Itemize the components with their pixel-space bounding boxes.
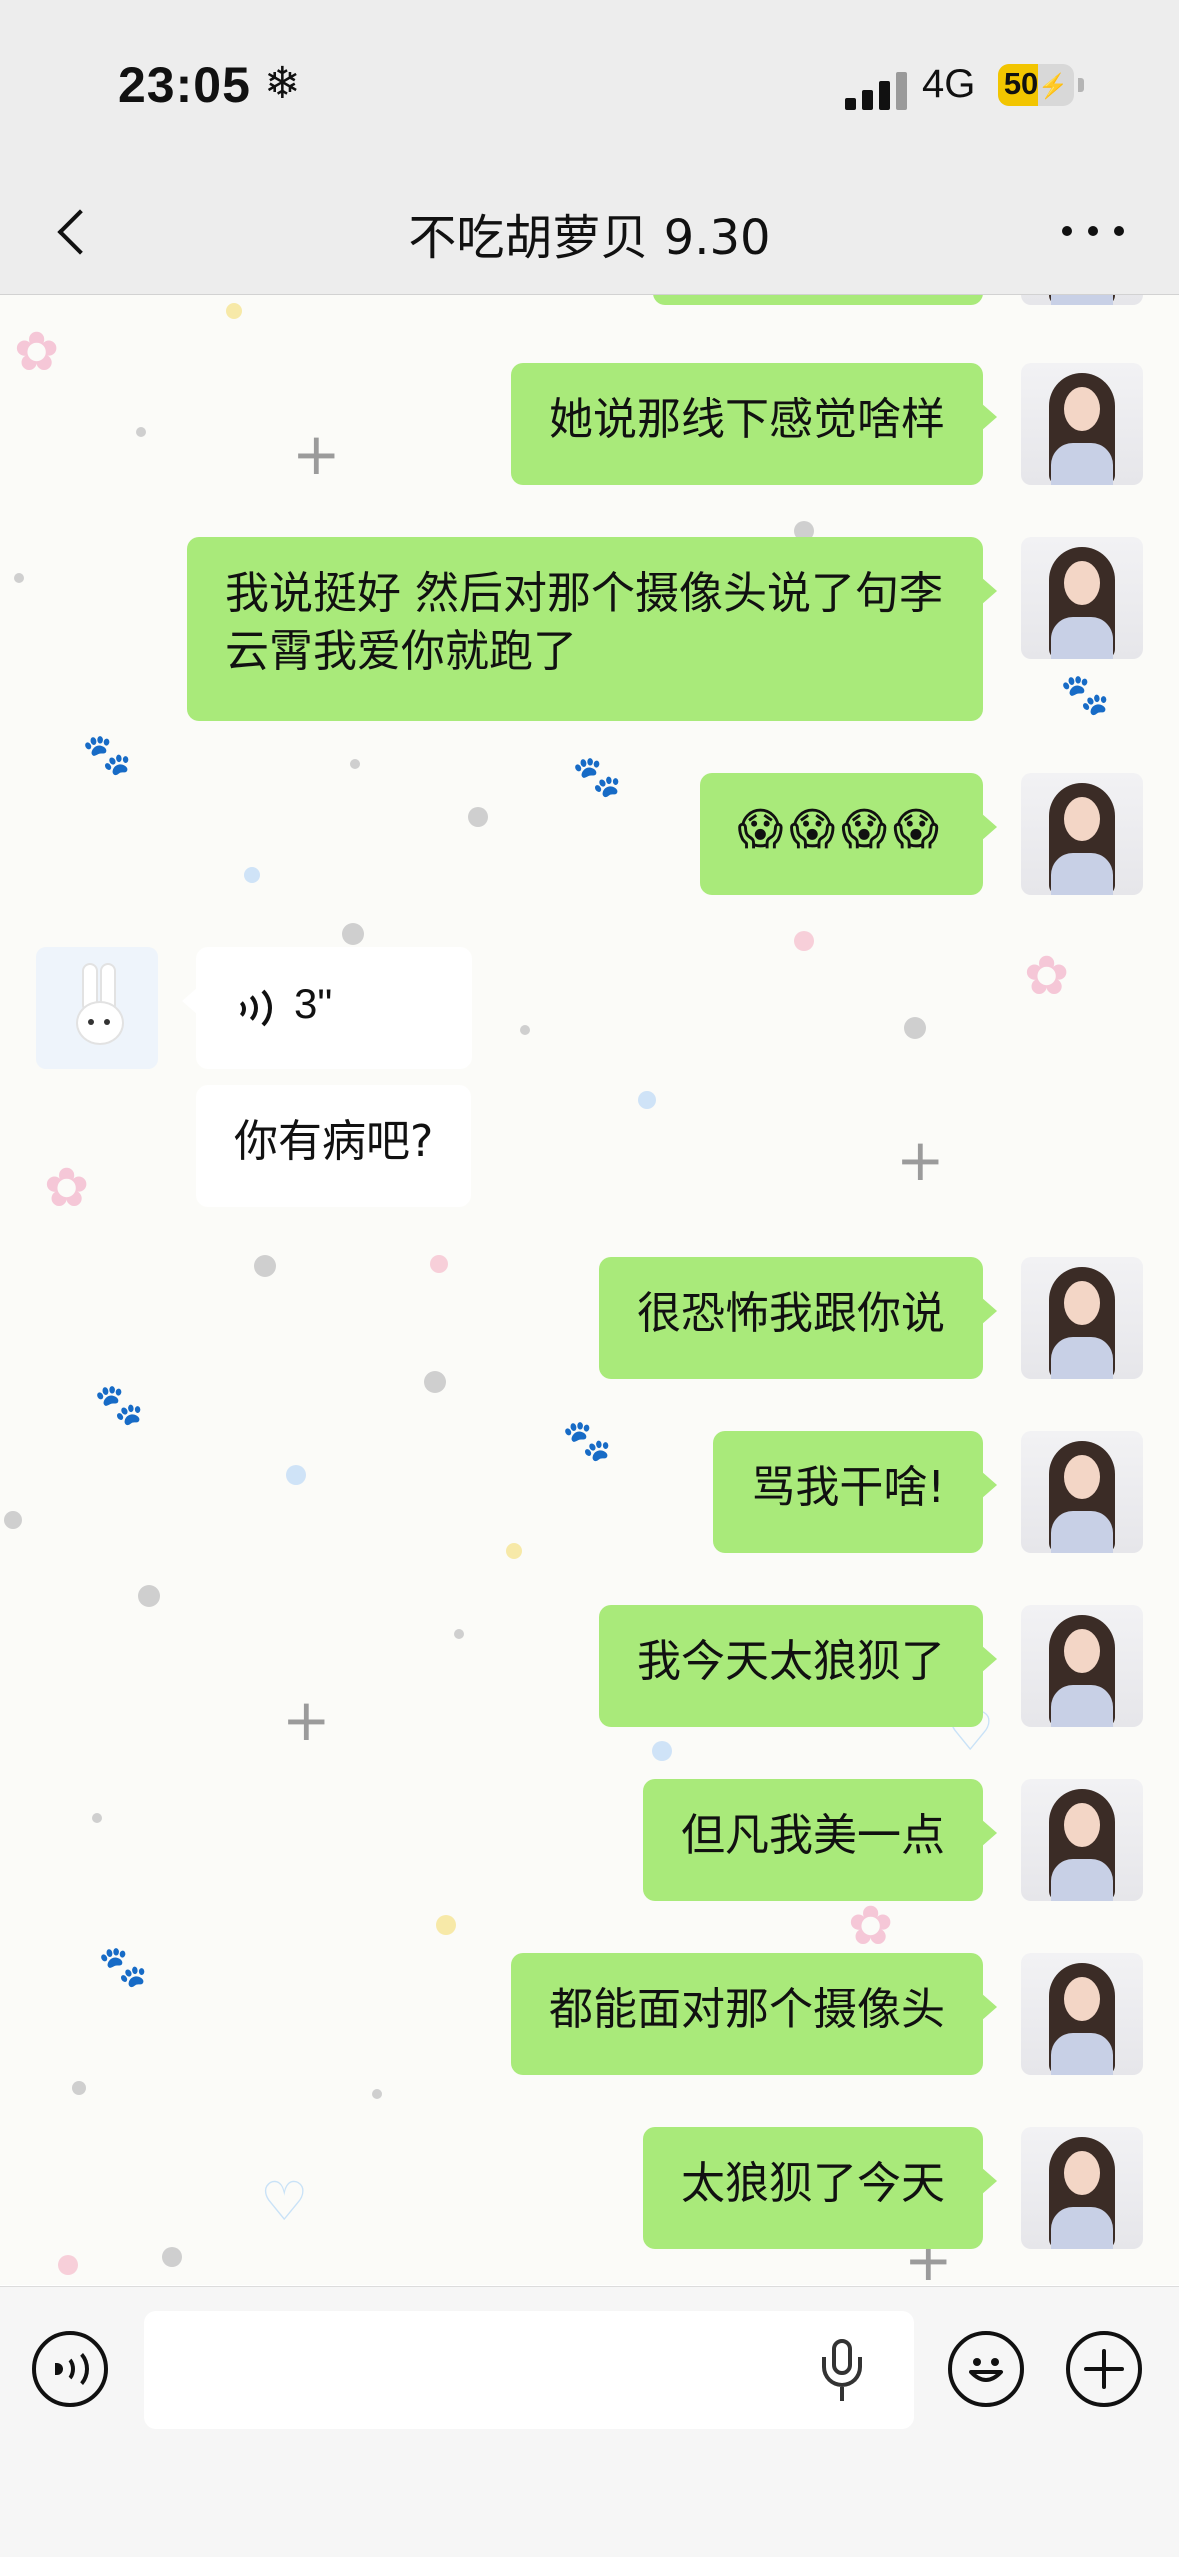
avatar-self[interactable] (1021, 1953, 1143, 2075)
message-row: 骂我干啥! (0, 1431, 1179, 1553)
status-bar: 23:05 ❄ 4G 50⚡ (0, 0, 1179, 170)
message-row: 都能面对那个摄像头 (0, 1953, 1179, 2075)
paw-icon: 🐾 (94, 1382, 144, 1428)
message-bubble-self[interactable]: 😱😱😱😱 (699, 773, 998, 895)
message-row: 很恐怖我跟你说 (0, 1257, 1179, 1379)
dot (162, 2247, 182, 2267)
status-time: 23:05 (118, 57, 251, 113)
dot (58, 2255, 78, 2275)
battery-level: 50 (1003, 66, 1039, 101)
dot (138, 1585, 160, 1607)
star-icon: ✿ (848, 1894, 894, 1957)
voice-duration: 3" (294, 980, 333, 1027)
message-row: 我今天太狼狈了 (0, 1605, 1179, 1727)
chat-area[interactable]: ✿ + 🐾 🐾 🐾 ✿ + ✿ 🐾 🐾 + ♡ ✿ 🐾 ♡ + 她说那线下感觉啥… (0, 295, 1179, 2285)
microphone-icon[interactable] (820, 2339, 864, 2403)
plus-icon (1084, 2349, 1124, 2389)
voice-icon (53, 2347, 89, 2391)
chat-title: 不吃胡萝贝 9.30 (408, 210, 771, 266)
message-bubble-contact[interactable]: 你有病吧? (196, 1085, 472, 1207)
more-button[interactable] (1062, 218, 1126, 244)
plus-button[interactable] (1066, 2331, 1142, 2407)
avatar-self[interactable] (1021, 1257, 1143, 1379)
avatar-self[interactable] (1021, 773, 1143, 895)
message-bubble-self[interactable]: 太狼狈了今天 (643, 2127, 997, 2249)
emoji-button[interactable] (948, 2331, 1024, 2407)
message-bubble-self[interactable]: 都能面对那个摄像头 (511, 1953, 997, 2075)
voice-message-bubble[interactable]: 3" (182, 947, 472, 1069)
message-bubble-partial (653, 295, 983, 305)
signal-icon (845, 70, 909, 110)
paw-icon: 🐾 (82, 732, 132, 778)
dot (72, 2081, 86, 2095)
message-bubble-self[interactable]: 但凡我美一点 (643, 1779, 997, 1901)
dot (350, 759, 360, 769)
message-row: 你有病吧? (0, 1085, 1179, 1207)
network-type: 4G (922, 62, 976, 106)
dot (372, 2089, 382, 2099)
message-bubble-self[interactable]: 骂我干啥! (713, 1431, 997, 1553)
dot (652, 1741, 672, 1761)
message-bubble-self[interactable]: 她说那线下感觉啥样 (511, 363, 997, 485)
emoji-icon (969, 2358, 1003, 2382)
avatar-self[interactable] (1021, 1605, 1143, 1727)
avatar-self[interactable] (1021, 1431, 1143, 1553)
avatar-self[interactable] (1021, 363, 1143, 485)
message-bubble-self[interactable]: 我今天太狼狈了 (599, 1605, 997, 1727)
avatar-self[interactable] (1021, 2127, 1143, 2249)
voice-toggle-button[interactable] (32, 2331, 108, 2407)
battery-icon: 50⚡ (998, 64, 1074, 106)
message-row (0, 295, 1179, 305)
avatar-self[interactable] (1021, 295, 1143, 305)
message-row: 但凡我美一点 (0, 1779, 1179, 1901)
input-bar (0, 2286, 1179, 2557)
message-row: 她说那线下感觉啥样 (0, 363, 1179, 485)
battery-tip (1078, 78, 1084, 92)
message-row: 😱😱😱😱 (0, 773, 1179, 895)
voice-wave-icon (234, 982, 272, 1034)
message-row: 3" (0, 947, 1179, 1069)
message-row: 太狼狈了今天 (0, 2127, 1179, 2249)
message-bubble-self[interactable]: 很恐怖我跟你说 (599, 1257, 997, 1379)
snowflake-icon: ❄ (264, 58, 301, 109)
message-bubble-self[interactable]: 我说挺好 然后对那个摄像头说了句李云霄我爱你就跑了 (187, 537, 997, 721)
message-row: 我说挺好 然后对那个摄像头说了句李云霄我爱你就跑了 (0, 537, 1179, 721)
message-input[interactable] (144, 2311, 914, 2429)
avatar-self[interactable] (1021, 1779, 1143, 1901)
dot (342, 923, 364, 945)
avatar-contact[interactable] (36, 947, 158, 1069)
dot (226, 303, 242, 319)
dot (436, 1915, 456, 1935)
chat-header: 不吃胡萝贝 9.30 (0, 170, 1179, 295)
avatar-self[interactable] (1021, 537, 1143, 659)
